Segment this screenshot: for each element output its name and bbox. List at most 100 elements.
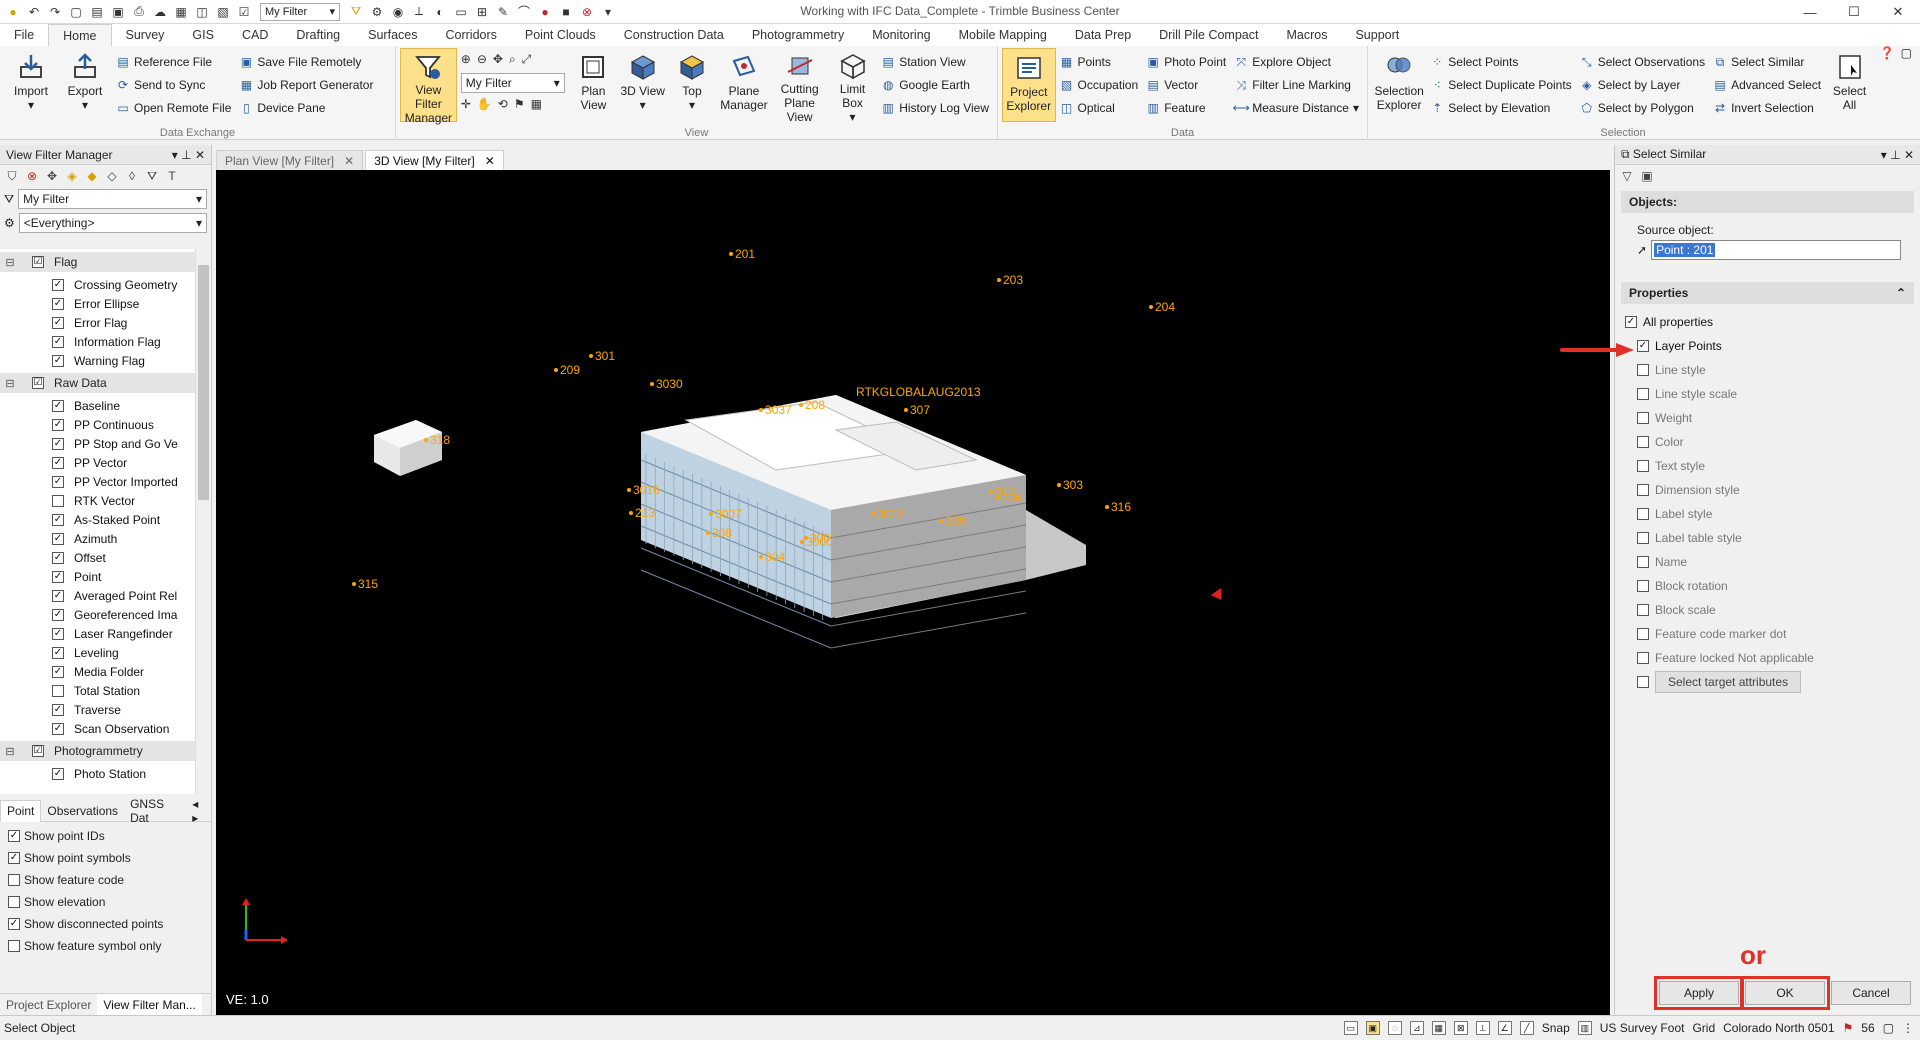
survey-point-marker[interactable] [554, 368, 558, 372]
tree-item-checkbox[interactable]: ✓ [52, 475, 64, 488]
zoom-in-icon[interactable]: ⊕ [461, 52, 471, 67]
resize-grip-icon[interactable]: ⋮ [1902, 1021, 1914, 1035]
angle-icon[interactable]: ∠ [1497, 1021, 1512, 1035]
measure-icon[interactable]: ⟂ [1475, 1021, 1490, 1035]
tab-cad[interactable]: CAD [228, 24, 282, 46]
tree-item[interactable]: ✓ Photo Station [0, 764, 196, 783]
invert-selection-button[interactable]: ⇄ Invert Selection [1713, 98, 1821, 118]
tab-point[interactable]: Point [0, 799, 42, 822]
property-checkbox[interactable] [1637, 460, 1649, 472]
3d-viewport[interactable]: 201 203 204 318 315 303 316 309 213 308 304 3016 300… [216, 170, 1610, 1015]
cancel-button[interactable]: Cancel [1831, 981, 1911, 1005]
compass-icon[interactable]: ◐ [431, 3, 449, 21]
survey-point-marker[interactable] [997, 278, 1001, 282]
station-view-button[interactable]: ▤ Station View [881, 52, 989, 72]
tree-item-checkbox[interactable]: ✓ [52, 278, 64, 291]
point-option-checkbox[interactable]: ✓ [8, 918, 20, 930]
tree-item-checkbox[interactable]: ✓ [52, 703, 64, 716]
device-pane-button[interactable]: ▯ Device Pane [239, 98, 373, 118]
box-icon[interactable]: ▧ [214, 3, 232, 21]
reference-file-button[interactable]: ▤ Reference File [116, 52, 231, 72]
tree-item[interactable]: ✓ Media Folder [0, 662, 196, 681]
optical-button[interactable]: ◫ Optical [1060, 98, 1139, 118]
tree-item-checkbox[interactable]: ✓ [52, 589, 64, 602]
point-option[interactable]: Show elevation [0, 891, 212, 913]
filter-apply-icon[interactable]: ⛛ [144, 168, 160, 184]
limit-box-button[interactable]: Limit Box ▾ [828, 48, 877, 124]
tree-item[interactable]: ✓ Crossing Geometry [0, 275, 196, 294]
save-icon[interactable]: ▣ [109, 3, 127, 21]
property-checkbox[interactable] [1637, 556, 1649, 568]
pin-icon[interactable]: ⊥ [1890, 148, 1900, 162]
tree-item-checkbox[interactable]: ✓ [52, 354, 64, 367]
help-icon[interactable]: ❓ [1880, 46, 1895, 60]
tab-support[interactable]: Support [1341, 24, 1413, 46]
tree-item[interactable]: Total Station [0, 681, 196, 700]
property-checkbox[interactable] [1637, 436, 1649, 448]
point-option-checkbox[interactable] [8, 940, 20, 952]
orbit-icon[interactable]: ⟲ [498, 97, 508, 111]
tab-photogrammetry[interactable]: Photogrammetry [738, 24, 858, 46]
tree-item[interactable]: ✓ Scan Observation [0, 719, 196, 738]
select-duplicate-points-button[interactable]: ⁖ Select Duplicate Points [1430, 75, 1572, 95]
select-similar-button[interactable]: ⧉ Select Similar [1713, 52, 1821, 72]
grid-snap-icon[interactable]: ▦ [1431, 1021, 1446, 1035]
select-target-check[interactable] [1637, 676, 1649, 688]
survey-point-marker[interactable] [709, 512, 713, 516]
qat-customize-icon[interactable]: ▾ [599, 3, 617, 21]
survey-point-marker[interactable] [1057, 483, 1061, 487]
open-remote-file-button[interactable]: ▭ Open Remote File [116, 98, 231, 118]
select-by-elevation-button[interactable]: ⇡ Select by Elevation [1430, 98, 1571, 118]
redo-icon[interactable]: ↷ [46, 3, 64, 21]
tree-item-checkbox[interactable]: ✓ [52, 608, 64, 621]
points-button[interactable]: ▦ Points [1060, 52, 1139, 72]
layers-none-icon[interactable]: ◊ [124, 168, 140, 184]
property-checkbox[interactable] [1637, 604, 1649, 616]
select-target-attributes-button[interactable]: Select target attributes [1655, 671, 1802, 693]
property-item[interactable]: Label table style [1625, 526, 1920, 550]
survey-point-marker[interactable] [759, 555, 763, 559]
stop-icon[interactable]: ■ [557, 3, 575, 21]
all-properties-checkbox[interactable]: ✓ All properties [1625, 310, 1920, 334]
select-box-icon[interactable]: ☑ [235, 3, 253, 21]
survey-point-marker[interactable] [996, 496, 1000, 500]
property-item[interactable]: Feature code marker dot [1625, 622, 1920, 646]
survey-point-marker[interactable] [759, 408, 763, 412]
project-explorer-button[interactable]: Project Explorer [1002, 48, 1056, 122]
tree-item[interactable]: ✓ Averaged Point Rel [0, 586, 196, 605]
panel-options-icon[interactable]: ▣ [1639, 168, 1655, 184]
collapse-icon[interactable]: ⊟ [0, 377, 20, 390]
point-option-checkbox[interactable] [8, 896, 20, 908]
property-item[interactable]: Feature locked Not applicable [1625, 646, 1920, 670]
snap-icon[interactable]: ⊠ [1453, 1021, 1468, 1035]
plan-view-button[interactable]: Plan View [569, 48, 618, 122]
tree-item[interactable]: ✓ PP Continuous [0, 415, 196, 434]
feature-button[interactable]: ▥ Feature [1146, 98, 1226, 118]
survey-point-marker[interactable] [989, 490, 993, 494]
snap-label[interactable]: Snap [1542, 1021, 1570, 1035]
pick-cursor-icon[interactable]: ➚ [1637, 243, 1647, 257]
tree-item[interactable]: ✓ Leveling [0, 643, 196, 662]
tree-item[interactable]: ✓ Warning Flag [0, 351, 196, 370]
property-checkbox[interactable]: ✓ [1637, 340, 1649, 352]
filter-settings-icon[interactable]: ⛉ [4, 168, 20, 184]
tree-item[interactable]: ✓ PP Vector [0, 453, 196, 472]
tree-item-checkbox[interactable]: ✓ [52, 513, 64, 526]
tree-item-checkbox[interactable]: ✓ [52, 767, 64, 780]
left-filter-select[interactable]: My Filter ▾ [18, 189, 207, 209]
tree-item-checkbox[interactable]: ✓ [52, 722, 64, 735]
property-checkbox[interactable] [1637, 508, 1649, 520]
filter-line-marking-button[interactable]: ⤨ Filter Line Marking [1234, 75, 1359, 95]
tab-3d-view[interactable]: 3D View [My Filter] ✕ [365, 150, 504, 170]
property-checkbox[interactable] [1637, 364, 1649, 376]
minimize-icon[interactable]: — [1788, 0, 1832, 24]
tree-group[interactable]: ⊟ ☑ Raw Data [0, 373, 196, 393]
survey-point-marker[interactable] [629, 511, 633, 515]
source-object-input[interactable]: Point : 201 [1651, 240, 1902, 260]
property-checkbox[interactable] [1637, 484, 1649, 496]
tree-group[interactable]: ⊟ ☑ Flag [0, 252, 196, 272]
export-button[interactable]: Export ▾ [58, 48, 112, 122]
tab-file[interactable]: File [0, 24, 48, 46]
tab-home[interactable]: Home [48, 24, 112, 46]
tree-group[interactable]: ⊟ ☑ Photogrammetry [0, 741, 196, 761]
